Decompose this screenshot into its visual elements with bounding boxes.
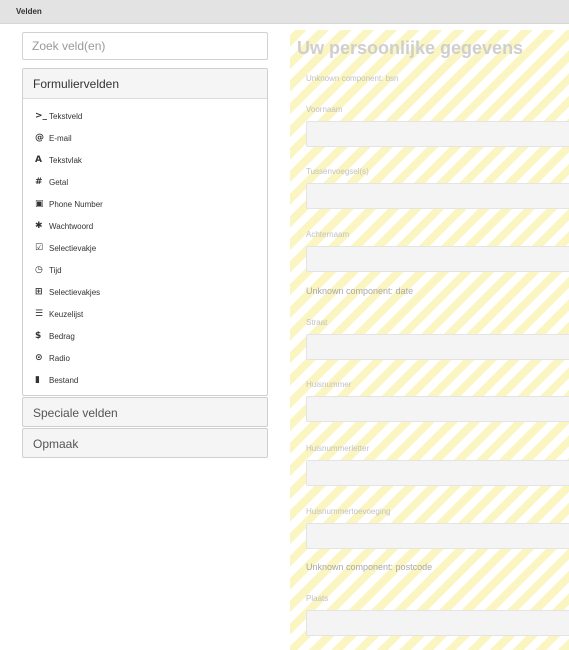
top-bar: Velden [0, 0, 569, 24]
field-item-tekstveld[interactable]: >_ Tekstveld [35, 105, 255, 127]
layout-panel-header[interactable]: Opmaak [22, 428, 268, 458]
phone-square-icon: ▣ [35, 199, 44, 209]
field-item-selectievakjes[interactable]: ⊞ Selectievakjes [35, 281, 255, 303]
field-item-label: Phone Number [49, 199, 103, 209]
field-item-getal[interactable]: # Getal [35, 171, 255, 193]
label-plaats: Plaats [306, 594, 329, 603]
label-huisnummerletter: Huisnummerletter [306, 444, 370, 453]
field-item-wachtwoord[interactable]: ✱ Wachtwoord [35, 215, 255, 237]
input-achternaam[interactable] [306, 246, 569, 272]
unknown-component-bsn: Unknown component: bsn [306, 74, 399, 83]
field-item-tekstvlak[interactable]: A Tekstvlak [35, 149, 255, 171]
field-item-label: Tekstveld [49, 111, 83, 121]
field-item-label: Wachtwoord [49, 221, 94, 231]
input-straat[interactable] [306, 334, 569, 360]
unknown-component-postcode: Unknown component: postcode [306, 562, 433, 572]
form-fields-list: >_ Tekstveld @ E-mail A Tekstvlak # Getal ▣ Phone… [23, 99, 267, 395]
field-item-e-mail[interactable]: @ E-mail [35, 127, 255, 149]
field-item-label: Bedrag [49, 331, 75, 341]
radio-icon: ⊙ [35, 353, 43, 363]
field-item-label: Selectievakjes [49, 287, 101, 297]
form-canvas[interactable]: Uw persoonlijke gegevens Unknown compone… [290, 30, 569, 650]
field-item-label: Bestand [49, 375, 79, 385]
input-huisnummerletter[interactable] [306, 460, 569, 486]
label-straat: Straat [306, 318, 328, 327]
field-item-radio[interactable]: ⊙ Radio [35, 347, 255, 369]
field-item-tijd[interactable]: ◷ Tijd [35, 259, 255, 281]
label-huisnummer: Huisnummer [306, 380, 352, 389]
input-huisnummer[interactable] [306, 396, 569, 422]
fields-sidebar: Formuliervelden >_Tekstveld @ E-mail A Tekst… [22, 32, 268, 458]
asterisk-icon: ✱ [35, 221, 43, 231]
field-item-label: Tekstvlak [49, 155, 82, 165]
terminal-icon: >_ [35, 111, 48, 121]
clock-icon: ◷ [35, 265, 43, 275]
input-plaats[interactable] [306, 610, 569, 636]
field-item-bestand[interactable]: ▮ Bestand [35, 369, 255, 391]
field-item-selectievakje[interactable]: ☑ Selectievakje [35, 237, 255, 259]
file-icon: ▮ [35, 375, 40, 385]
form-fields-panel-header[interactable]: Formuliervelden [23, 69, 267, 99]
input-voornaam[interactable] [306, 121, 569, 147]
top-bar-title: Velden [16, 7, 42, 16]
input-tussenvoegsel[interactable] [306, 183, 569, 209]
search-input[interactable] [22, 32, 268, 60]
plus-square-icon: ⊞ [35, 287, 43, 297]
dollar-icon: $ [35, 331, 42, 341]
label-huisnummertoevoeging: Huisnummertoevoeging [306, 507, 391, 516]
label-voornaam: Voornaam [306, 105, 343, 114]
unknown-component-date: Unknown component: date [306, 286, 414, 296]
field-item-label: Tijd [49, 265, 62, 275]
at-icon: @ [35, 133, 44, 143]
label-achternaam: Achternaam [306, 230, 350, 239]
field-item-label: Selectievakje [49, 243, 97, 253]
label-tussenvoegsel: Tussenvoegsel(s) [306, 167, 369, 176]
field-item-label: E-mail [49, 133, 72, 143]
field-item-label: Keuzelijst [49, 309, 84, 319]
field-item-phone-number[interactable]: ▣ Phone Number [35, 193, 255, 215]
list-icon: ☰ [35, 309, 44, 319]
special-fields-panel-header[interactable]: Speciale velden [22, 397, 268, 427]
field-item-keuzelijst[interactable]: ☰ Keuzelijst [35, 303, 255, 325]
form-fields-panel: Formuliervelden >_ Tekstveld @ E-mail A Tekst… [22, 68, 268, 396]
form-title: Uw persoonlijke gegevens [297, 38, 524, 58]
check-square-icon: ☑ [35, 243, 44, 253]
field-item-bedrag[interactable]: $ Bedrag [35, 325, 255, 347]
field-item-label: Getal [49, 177, 69, 187]
hash-icon: # [35, 177, 43, 187]
font-icon: A [35, 155, 42, 165]
field-item-label: Radio [49, 353, 70, 363]
input-huisnummertoevoeging[interactable] [306, 523, 569, 549]
